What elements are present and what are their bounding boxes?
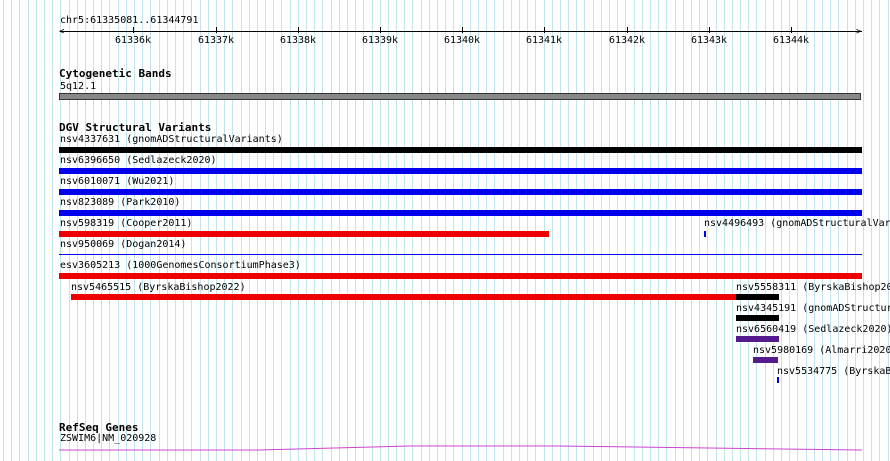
gene-model-zswim6[interactable] — [59, 440, 862, 454]
ruler-tick-label: 61344k — [772, 35, 810, 46]
ruler-tick — [791, 27, 792, 33]
variant-bar-nsv4345191[interactable] — [736, 315, 779, 321]
ruler-right-arrow-icon: > — [856, 27, 862, 37]
ruler-tick-label: 61343k — [690, 35, 728, 46]
ruler-tick — [298, 27, 299, 33]
variant-bar-nsv6396650[interactable] — [59, 168, 862, 174]
variant-bar-esv3605213[interactable] — [59, 273, 862, 279]
ruler-tick-label: 61336k — [114, 35, 152, 46]
variant-bar-nsv5980169[interactable] — [753, 357, 778, 363]
variant-bar-nsv5534775[interactable] — [777, 377, 779, 383]
feature-label: nsv5558311 (ByrskaBishop20 — [736, 282, 890, 293]
ruler-tick-label: 61340k — [443, 35, 481, 46]
dgv-track-title[interactable]: DGV Structural Variants — [59, 121, 211, 134]
variant-bar-nsv5465515[interactable] — [71, 294, 736, 300]
feature-label: nsv5465515 (ByrskaBishop2022) — [71, 282, 246, 293]
ruler-tick — [216, 27, 217, 33]
feature-label: nsv6396650 (Sedlazeck2020) — [60, 155, 217, 166]
variant-bar-nsv598319[interactable] — [59, 231, 549, 237]
variant-bar-nsv5558311[interactable] — [736, 294, 779, 300]
ruler-tick-label: 61338k — [279, 35, 317, 46]
feature-label: nsv6560419 (Sedlazeck2020) — [736, 324, 890, 335]
ruler-tick-label: 61342k — [608, 35, 646, 46]
ruler-tick — [627, 27, 628, 33]
feature-label: nsv4496493 (gnomADStructuralVar — [704, 218, 890, 229]
cytoband-label: 5q12.1 — [60, 81, 97, 92]
ruler-tick — [709, 27, 710, 33]
cytoband-track-title[interactable]: Cytogenetic Bands — [59, 67, 172, 80]
feature-label: nsv6010071 (Wu2021) — [60, 176, 175, 187]
ruler-tick-label: 61339k — [361, 35, 399, 46]
feature-label: nsv4345191 (gnomADStructur — [736, 303, 890, 314]
variant-bar-nsv4337631[interactable] — [59, 147, 862, 153]
feature-label: nsv950069 (Dogan2014) — [60, 239, 187, 250]
ruler-tick-label: 61341k — [525, 35, 563, 46]
variant-bar-nsv823089[interactable] — [59, 210, 862, 216]
feature-label: nsv5534775 (ByrskaB — [777, 366, 890, 377]
variant-bar-nsv4496493[interactable] — [704, 231, 706, 237]
variant-bar-nsv950069[interactable] — [59, 254, 862, 255]
feature-label: nsv5980169 (Almarri2020 — [753, 345, 890, 356]
ruler-tick — [380, 27, 381, 33]
feature-label: nsv598319 (Cooper2011) — [60, 218, 193, 229]
ruler-tick — [544, 27, 545, 33]
feature-label: esv3605213 (1000GenomesConsortiumPhase3) — [60, 260, 301, 271]
ruler-line — [60, 31, 862, 32]
feature-label: nsv823089 (Park2010) — [60, 197, 181, 208]
ruler-tick — [133, 27, 134, 33]
locus-label: chr5:61335081..61344791 — [60, 15, 199, 26]
variant-bar-nsv6560419[interactable] — [736, 336, 779, 342]
cytoband-bar[interactable] — [59, 93, 861, 100]
ruler-tick-label: 61337k — [197, 35, 235, 46]
ruler-left-arrow-icon: < — [59, 27, 65, 37]
feature-label: nsv4337631 (gnomADStructuralVariants) — [60, 134, 283, 145]
ruler-tick — [462, 27, 463, 33]
variant-bar-nsv6010071[interactable] — [59, 189, 862, 195]
